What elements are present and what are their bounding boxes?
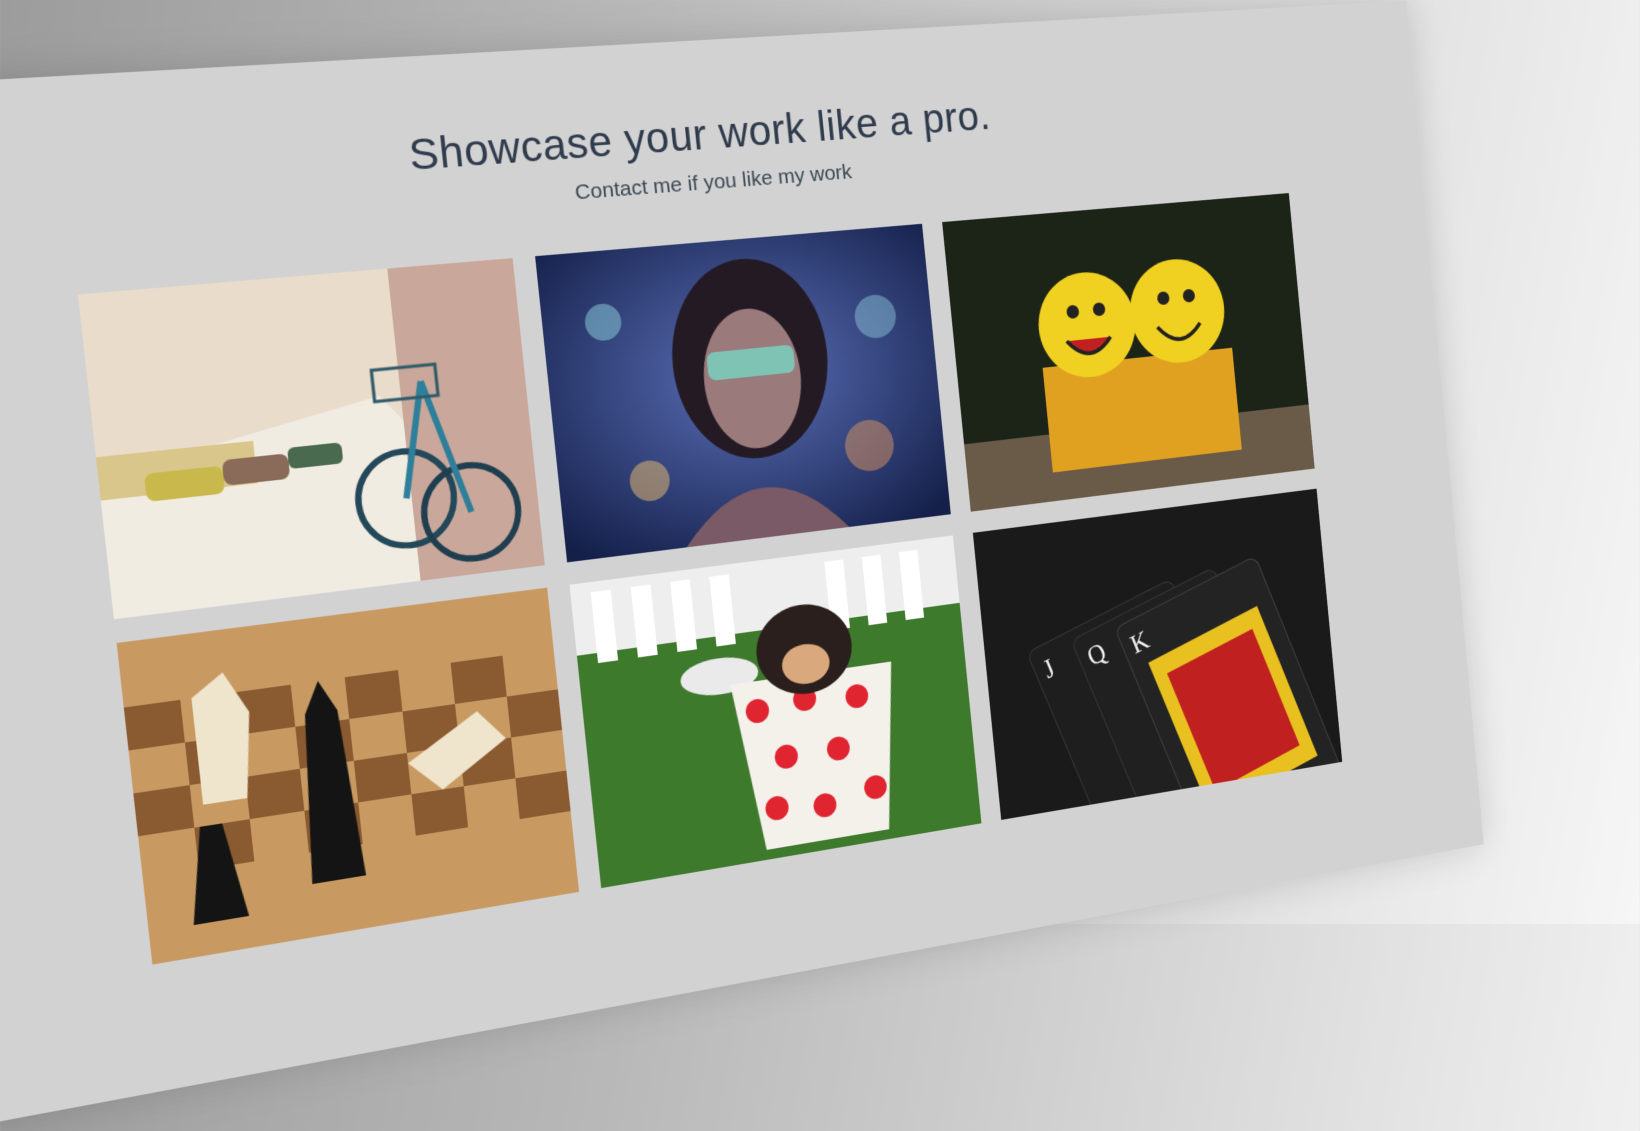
chess-pieces-icon [116,587,580,965]
smiley-plush-box-icon [942,193,1315,512]
gallery-item-woman[interactable] [535,223,951,563]
playing-cards-icon: K Q J [972,488,1343,820]
showcase-panel: Showcase your work like a pro. Contact m… [0,0,1484,1131]
woman-sunglasses-icon [535,223,951,563]
puppy-in-cup-icon [569,535,982,889]
gallery-item-puppy[interactable] [569,535,982,889]
gallery-grid: K Q J [77,193,1343,965]
gallery-item-bicycle[interactable] [77,258,545,620]
gallery-item-chess[interactable] [116,587,580,965]
gallery-item-cards[interactable]: K Q J [972,488,1343,820]
bicycle-street-icon [77,258,545,620]
gallery-item-smileys[interactable] [942,193,1315,512]
